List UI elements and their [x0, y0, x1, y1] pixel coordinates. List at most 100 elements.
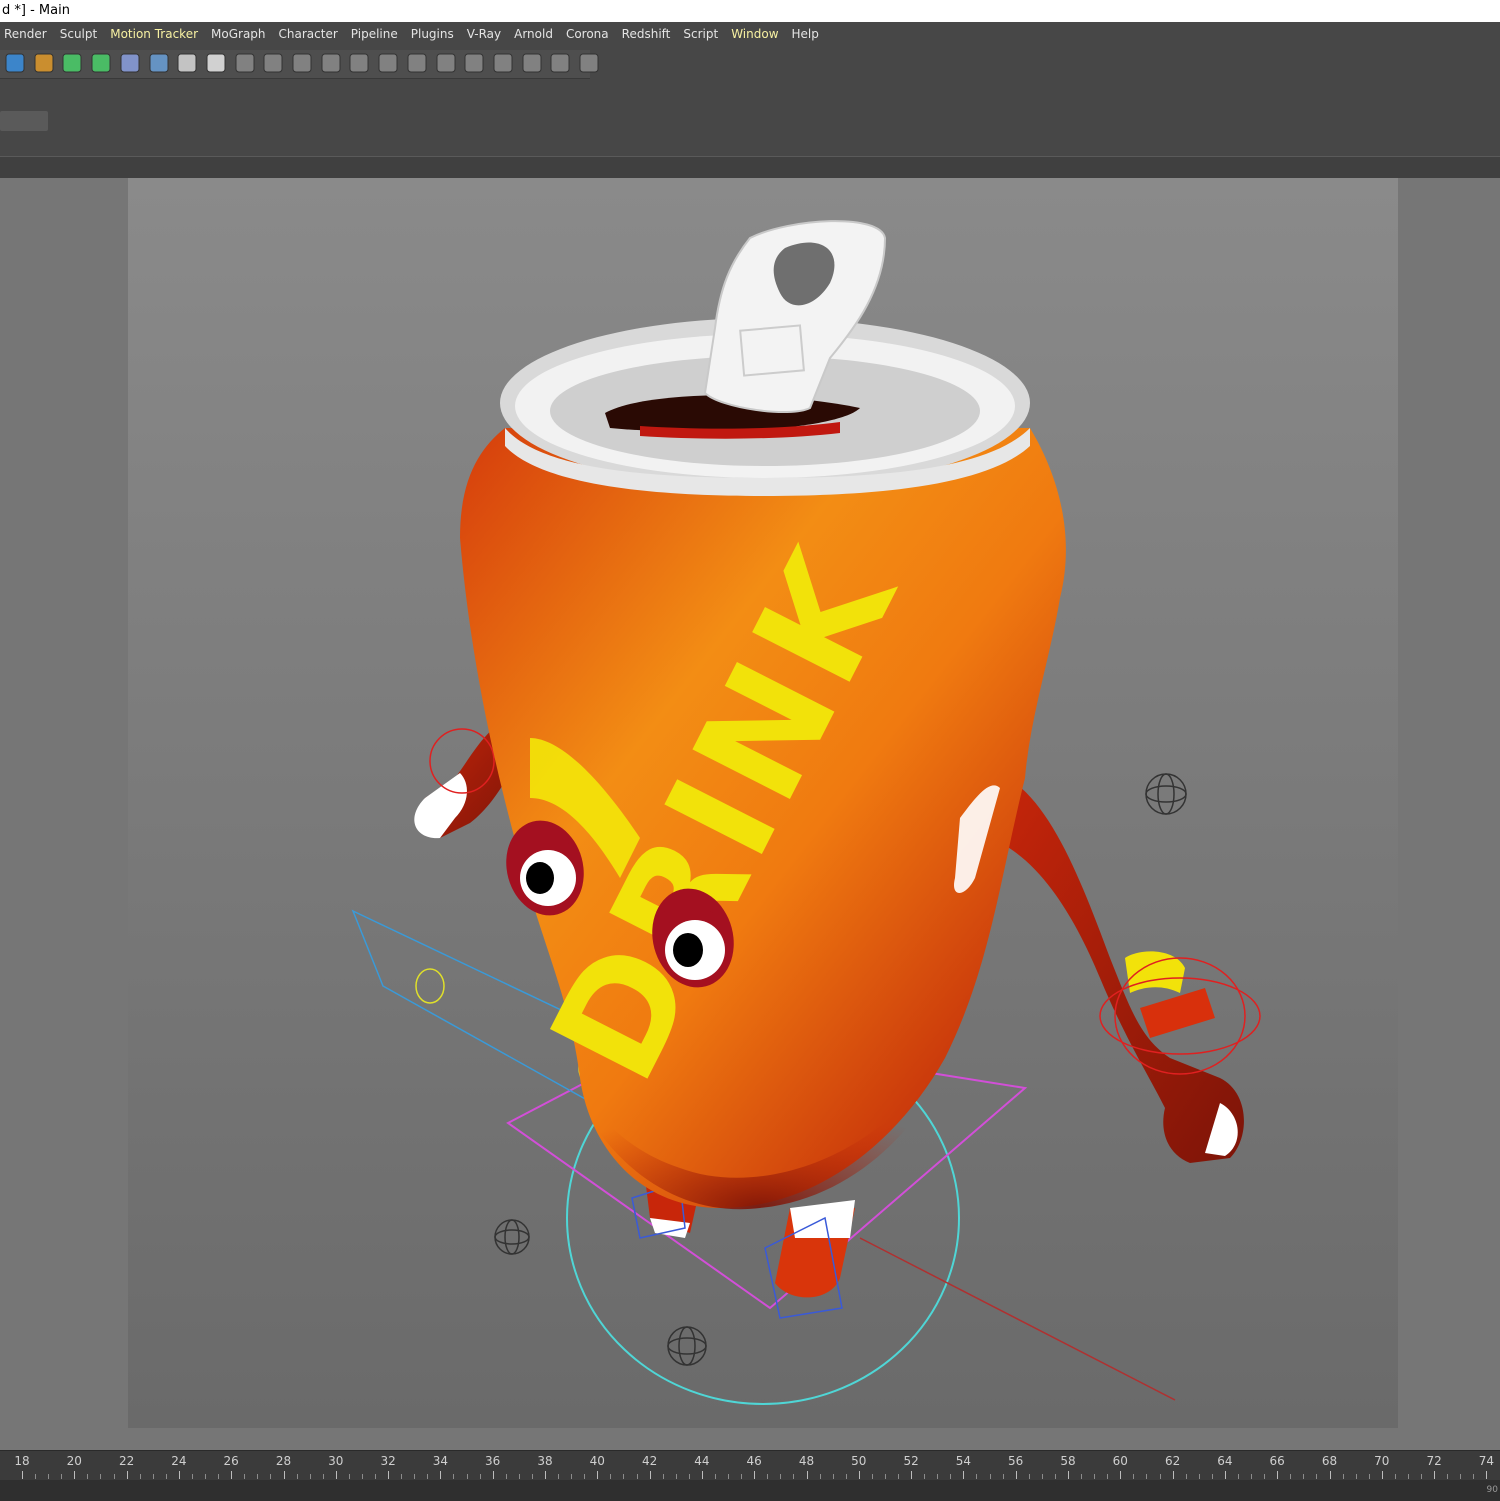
menu-arnold[interactable]: Arnold: [514, 22, 553, 46]
timeline-tick-label: 48: [798, 1454, 815, 1468]
timeline-tick-label: 58: [1060, 1454, 1076, 1468]
sculpt-icon[interactable]: [404, 50, 430, 76]
timeline-tick-label: 68: [1321, 1454, 1338, 1468]
timeline-minor-tick: [479, 1474, 481, 1479]
timeline-minor-tick: [1368, 1474, 1370, 1479]
shape-icon[interactable]: [433, 50, 459, 76]
snap-icon[interactable]: [461, 50, 487, 76]
toolbar: [0, 46, 1500, 156]
timeline-minor-tick: [218, 1474, 220, 1479]
timeline-minor-tick: [505, 1474, 507, 1479]
timeline-minor-tick: [714, 1474, 716, 1479]
window-title: d *] - Main: [0, 0, 1500, 22]
timeline-minor-tick: [832, 1474, 834, 1479]
timeline-minor-tick: [1237, 1474, 1239, 1479]
floor-icon[interactable]: [146, 50, 172, 76]
viewport-header: [0, 156, 1500, 179]
mini-tools[interactable]: [0, 111, 48, 131]
timeline-minor-tick: [584, 1474, 586, 1479]
menu-sculpt[interactable]: Sculpt: [60, 22, 97, 46]
cloner-icon[interactable]: [88, 50, 114, 76]
timeline-ruler[interactable]: 90 18 20 22 24 26 28 30 32 34 36 38 40 42 44 46 48 50 52 5…: [0, 1450, 1500, 1501]
timeline-minor-tick: [793, 1474, 795, 1479]
timeline-tick-label: 32: [380, 1454, 396, 1468]
timeline-minor-tick: [1251, 1474, 1253, 1479]
timeline-minor-tick: [675, 1474, 677, 1479]
axis-icon[interactable]: [346, 50, 372, 76]
timeline-minor-tick: [1002, 1474, 1004, 1479]
timeline-tick: [231, 1471, 233, 1479]
grid-alt-icon[interactable]: [547, 50, 573, 76]
menu-help[interactable]: Help: [792, 22, 819, 46]
timeline-tick-label: 64: [1217, 1454, 1233, 1468]
cube-icon[interactable]: [2, 50, 28, 76]
timeline-tick: [388, 1471, 390, 1479]
timeline-minor-tick: [558, 1474, 560, 1479]
menu-mograph[interactable]: MoGraph: [211, 22, 266, 46]
timeline-minor-tick: [205, 1474, 207, 1479]
timeline-minor-tick: [361, 1474, 363, 1479]
pen-icon[interactable]: [31, 50, 57, 76]
timeline-track[interactable]: [0, 1480, 1500, 1501]
timeline-minor-tick: [100, 1474, 102, 1479]
timeline-tick-label: 70: [1374, 1454, 1390, 1468]
timeline-minor-tick: [1342, 1474, 1344, 1479]
timeline-minor-tick: [322, 1474, 324, 1479]
menu-plugins[interactable]: Plugins: [411, 22, 454, 46]
timeline-minor-tick: [1159, 1474, 1161, 1479]
timeline-minor-tick: [1407, 1474, 1409, 1479]
bracket-icon[interactable]: [260, 50, 286, 76]
menu-v-ray[interactable]: V-Ray: [467, 22, 501, 46]
menu-corona[interactable]: Corona: [566, 22, 609, 46]
timeline-minor-tick: [152, 1474, 154, 1479]
menu-script[interactable]: Script: [683, 22, 718, 46]
timeline-tick: [858, 1471, 860, 1479]
timeline-minor-tick: [348, 1474, 350, 1479]
menu-window[interactable]: Window: [731, 22, 778, 46]
timeline-minor-tick: [1211, 1474, 1213, 1479]
timeline-tick: [701, 1471, 703, 1479]
subdivision-icon[interactable]: [59, 50, 85, 76]
model-icon[interactable]: [318, 50, 344, 76]
timeline-tick: [74, 1471, 76, 1479]
3d-viewport[interactable]: DRINK: [0, 178, 1500, 1450]
timeline-tick: [911, 1471, 913, 1479]
timeline-tick-label: 54: [955, 1454, 972, 1468]
timeline-minor-tick: [1303, 1474, 1305, 1479]
timeline-minor-tick: [1460, 1474, 1462, 1479]
grid-dense-icon[interactable]: [576, 50, 602, 76]
polygon-icon[interactable]: [289, 50, 315, 76]
grid-icon[interactable]: [519, 50, 545, 76]
timeline-minor-tick: [1094, 1474, 1096, 1479]
timeline-tick-label: 38: [537, 1454, 553, 1468]
timeline-minor-tick: [1290, 1474, 1292, 1479]
menu-character[interactable]: Character: [279, 22, 338, 46]
timeline-tick-label: 36: [485, 1454, 501, 1468]
timeline-minor-tick: [845, 1474, 847, 1479]
timeline-minor-tick: [1264, 1474, 1266, 1479]
light-icon[interactable]: [203, 50, 229, 76]
timeline-minor-tick: [623, 1474, 625, 1479]
joint-icon[interactable]: [375, 50, 401, 76]
timeline-minor-tick: [375, 1474, 377, 1479]
timeline-minor-tick: [780, 1474, 782, 1479]
timeline-minor-tick: [531, 1474, 533, 1479]
menu-motion-tracker[interactable]: Motion Tracker: [110, 22, 198, 46]
menu-redshift[interactable]: Redshift: [622, 22, 671, 46]
timeline-tick-label: 56: [1008, 1454, 1024, 1468]
deformer-icon[interactable]: [117, 50, 143, 76]
timeline-tick: [1015, 1471, 1017, 1479]
timeline-minor-tick: [87, 1474, 89, 1479]
timeline-minor-tick: [296, 1474, 298, 1479]
timeline-minor-tick: [741, 1474, 743, 1479]
menu-render[interactable]: Render: [4, 22, 47, 46]
timeline-tick-label: 66: [1269, 1454, 1285, 1468]
camera-icon[interactable]: [174, 50, 200, 76]
tag-icon[interactable]: [232, 50, 258, 76]
timeline-minor-tick: [989, 1474, 991, 1479]
timeline-tick: [1277, 1471, 1279, 1479]
menu-pipeline[interactable]: Pipeline: [351, 22, 398, 46]
timeline-tick-label: 30: [328, 1454, 344, 1468]
snap-alt-icon[interactable]: [490, 50, 516, 76]
timeline-tick-label: 46: [746, 1454, 762, 1468]
